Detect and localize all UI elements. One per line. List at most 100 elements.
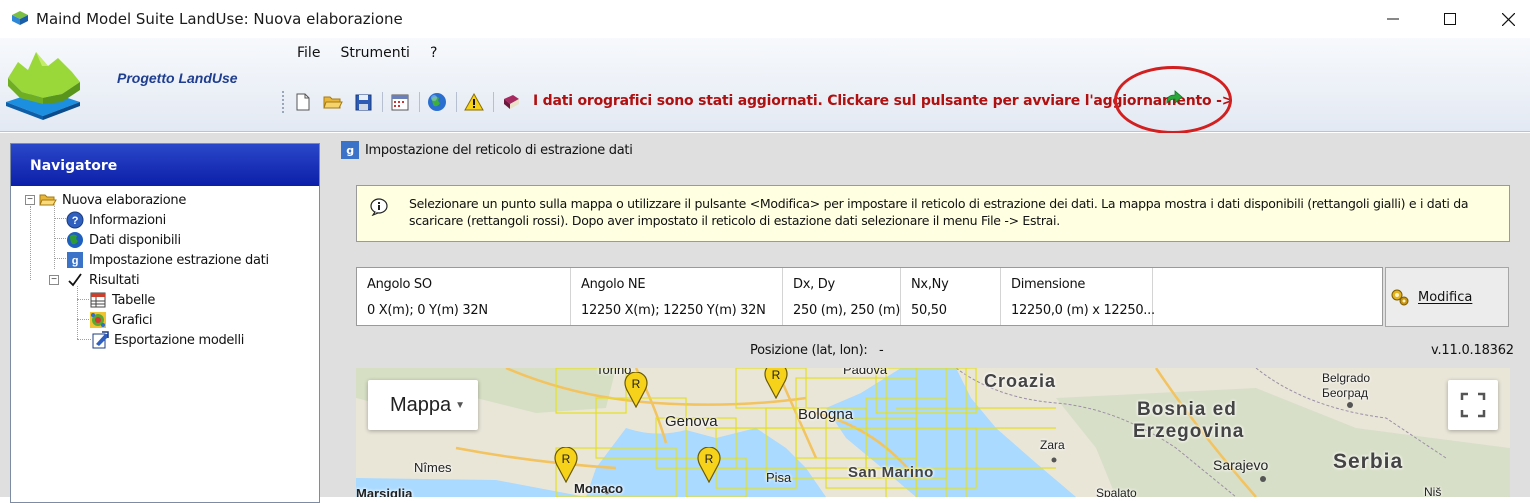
table-column: Dx, Dy 250 (m), 250 (m) (783, 268, 901, 325)
book-icon (504, 95, 519, 109)
svg-text:R: R (705, 452, 714, 466)
minimize-button[interactable] (1364, 0, 1422, 38)
new-document-icon (296, 93, 310, 111)
close-icon (1501, 12, 1515, 26)
map-label-belgrado: Belgrado (1322, 371, 1371, 385)
map-marker-r-icon[interactable]: R (764, 368, 788, 399)
navigator-panel: Navigatore − Nuova elaborazione ? Inform… (0, 133, 330, 503)
menu-strumenti[interactable]: Strumenti (333, 44, 417, 62)
save-icon (355, 94, 371, 110)
tree-line (77, 299, 89, 300)
toolbar-separator (456, 92, 457, 112)
tree-item-risultati[interactable]: Risultati (66, 270, 140, 290)
toolbar-grip[interactable] (282, 91, 286, 113)
modifica-button[interactable]: Modifica (1385, 267, 1509, 327)
svg-text:R: R (772, 368, 781, 382)
map-label-bologna: Bologna (798, 406, 854, 423)
new-button[interactable] (292, 91, 314, 113)
position-value: - (879, 343, 884, 358)
menu-file[interactable]: File (290, 44, 327, 62)
tree-item-grafici[interactable]: Grafici (89, 310, 153, 330)
tree-item-nuova-elaborazione[interactable]: Nuova elaborazione (39, 190, 186, 210)
map-label-zara: Zara (1040, 438, 1065, 452)
export-icon (91, 331, 109, 349)
tree-item-dati-disponibili[interactable]: Dati disponibili (66, 230, 181, 250)
svg-text:R: R (632, 377, 641, 391)
maximize-button[interactable] (1421, 0, 1479, 38)
window-titlebar: Maind Model Suite LandUse: Nuova elabora… (0, 0, 1530, 38)
map-label-croazia: Croazia (984, 371, 1057, 391)
tree-item-tabelle[interactable]: Tabelle (89, 290, 155, 310)
globe-button[interactable] (426, 91, 448, 113)
calendar-button[interactable] (389, 91, 411, 113)
tree-line (77, 339, 91, 340)
section-header: g Impostazione del reticolo di estrazion… (341, 141, 633, 159)
toolbar-separator (493, 92, 494, 112)
map-label-monaco: Monaco (574, 481, 624, 496)
map-view[interactable]: Torino Padova Genova Bologna Croazia Bos… (356, 368, 1510, 497)
map-label-sarajevo: Sarajevo (1213, 457, 1269, 473)
column-header: Dx, Dy (793, 277, 835, 292)
tree-expander[interactable]: − (25, 195, 35, 205)
table-column: Angolo NE 12250 X(m); 12250 Y(m) 32N (571, 268, 783, 325)
table-column: Angolo SO 0 X(m); 0 Y(m) 32N (357, 268, 571, 325)
column-header: Nx,Ny (911, 277, 949, 292)
info-box: Selezionare un punto sulla mappa o utili… (356, 185, 1510, 242)
close-button[interactable] (1479, 0, 1530, 38)
tree-item-informazioni[interactable]: ? Informazioni (66, 210, 166, 230)
table-icon (89, 291, 107, 309)
tree-item-label: Risultati (89, 272, 140, 288)
section-title: Impostazione del reticolo di estrazione … (365, 142, 633, 158)
save-button[interactable] (352, 91, 374, 113)
globe-icon (428, 93, 446, 111)
tree-item-label: Esportazione modelli (114, 332, 245, 348)
map-label-spalato: Spalato (1096, 486, 1137, 497)
info-icon (370, 198, 388, 216)
map-label-erzegovina: Erzegovina (1133, 421, 1245, 442)
grid-settings-icon: g (66, 251, 84, 269)
warning-button[interactable] (463, 91, 485, 113)
tree-item-label: Impostazione estrazione dati (89, 252, 269, 268)
tree-item-label: Dati disponibili (89, 232, 181, 248)
caret-down-icon: ▼ (455, 399, 466, 411)
chart-icon (89, 311, 107, 329)
grid-settings-icon: g (341, 141, 359, 159)
map-label-beograd-cyrillic: Београд (1322, 386, 1368, 400)
toolbar-separator (419, 92, 420, 112)
map-label-bosnia: Bosnia ed (1137, 399, 1237, 420)
tree-item-esportazione[interactable]: Esportazione modelli (91, 330, 244, 350)
tree-expander[interactable]: − (49, 275, 59, 285)
book-button[interactable] (500, 91, 522, 113)
column-value: 12250 X(m); 12250 Y(m) 32N (581, 303, 766, 318)
column-header: Angolo SO (367, 277, 432, 292)
svg-text:R: R (562, 452, 571, 466)
info-text: Selezionare un punto sulla mappa o utili… (409, 196, 1469, 228)
column-value: 12250,0 (m) x 12250... (1011, 303, 1155, 318)
map-marker-r-icon[interactable]: R (624, 372, 648, 408)
tree-line (54, 238, 66, 239)
map-type-selector[interactable]: Mappa ▼ (368, 380, 478, 430)
open-folder-icon (323, 96, 343, 109)
svg-text:g: g (72, 255, 78, 267)
map-marker-r-icon[interactable]: R (554, 447, 578, 483)
column-value: 0 X(m); 0 Y(m) 32N (367, 303, 488, 318)
map-label-nis: Niš (1424, 485, 1442, 497)
map-label-genova: Genova (665, 413, 718, 430)
map-label-serbia: Serbia (1333, 450, 1404, 473)
table-column: Dimensione 12250,0 (m) x 12250... (1001, 268, 1155, 325)
gears-icon (1391, 289, 1409, 306)
menu-help[interactable]: ? (423, 44, 444, 62)
tree-item-impostazione[interactable]: g Impostazione estrazione dati (66, 250, 269, 270)
fullscreen-button[interactable] (1448, 380, 1498, 430)
calendar-icon (391, 94, 409, 111)
maximize-icon (1444, 13, 1456, 25)
map-marker-r-icon[interactable]: R (697, 447, 721, 483)
navigator-tree: − Nuova elaborazione ? Informazioni Dati… (11, 186, 319, 496)
column-value: 50,50 (911, 303, 947, 318)
open-button[interactable] (322, 91, 344, 113)
highlight-ring (1114, 66, 1232, 134)
table-column: Nx,Ny 50,50 (901, 268, 1001, 325)
tree-line (54, 218, 66, 219)
position-label: Posizione (lat, lon): (750, 343, 868, 358)
help-icon: ? (66, 211, 84, 229)
